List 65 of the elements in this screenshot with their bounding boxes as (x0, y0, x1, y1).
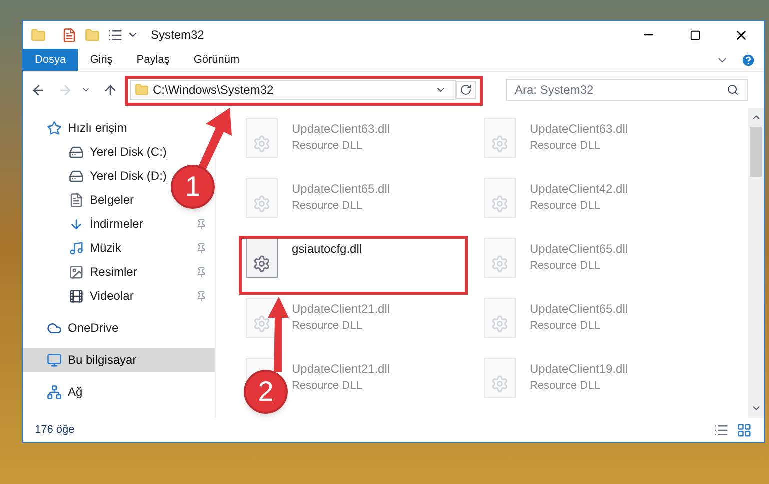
nav-item[interactable]: Belgeler (90, 191, 134, 209)
search-icon (727, 84, 739, 96)
nav-item[interactable]: Resimler (90, 263, 138, 281)
film-icon (69, 288, 84, 304)
file-type: Resource DLL (292, 199, 364, 214)
dll-file-icon (484, 238, 516, 278)
scroll-thumb[interactable] (750, 127, 762, 177)
drive-icon (69, 144, 84, 160)
network-icon (47, 384, 62, 400)
checklist-icon (62, 28, 77, 42)
drive-icon (69, 168, 84, 184)
nav-item[interactable]: Videolar (90, 287, 134, 305)
file-type: Resource DLL (530, 259, 602, 274)
folder-icon (31, 28, 46, 42)
search-field[interactable]: Ara: System32 (506, 79, 748, 101)
file-type: Resource DLL (530, 379, 602, 394)
nav-item[interactable]: Müzik (90, 239, 122, 257)
download-icon (69, 216, 84, 232)
file-type: Resource DLL (530, 319, 602, 334)
dll-file-icon (246, 118, 278, 158)
maximize-icon (690, 30, 700, 40)
music-note-icon (69, 240, 84, 256)
folder-icon (135, 83, 149, 97)
nav-item[interactable]: OneDrive (68, 319, 119, 337)
ribbon-tab[interactable]: Giriş (78, 49, 125, 71)
cloud-icon (47, 320, 62, 336)
dll-file-icon (246, 238, 278, 278)
star-icon (47, 120, 62, 136)
up-icon[interactable] (103, 82, 118, 98)
file-type: Resource DLL (292, 139, 364, 154)
item-count: 176 öğe (35, 422, 75, 438)
nav-item[interactable]: İndirmeler (90, 215, 144, 233)
folder-icon (85, 28, 100, 42)
monitor-icon (47, 352, 62, 368)
file-type: Resource DLL (530, 199, 602, 214)
ribbon-tab[interactable]: Görünüm (182, 49, 252, 71)
address-field[interactable]: C:\Windows\System32 (130, 80, 456, 100)
file-type: Resource DLL (292, 379, 364, 394)
nav-item[interactable]: Ağ (68, 383, 83, 401)
dll-file-icon (246, 178, 278, 218)
scrollbar[interactable] (748, 108, 764, 418)
picture-icon (69, 264, 84, 280)
annotation-arrow (196, 108, 234, 170)
properties-icon (108, 28, 123, 42)
nav-item[interactable]: Bu bilgisayar (68, 351, 137, 369)
refresh-icon (460, 84, 472, 96)
document-icon (69, 192, 84, 208)
nav-item[interactable]: Hızlı erişim (68, 119, 128, 137)
dll-file-icon (484, 118, 516, 158)
large-icons-view-icon[interactable] (737, 422, 752, 438)
file-type: Resource DLL (530, 139, 602, 154)
details-view-icon[interactable] (714, 422, 729, 438)
dll-file-icon (484, 178, 516, 218)
dll-file-icon (484, 298, 516, 338)
window-title: System32 (151, 27, 204, 44)
ribbon-tab[interactable]: Paylaş (124, 49, 182, 71)
refresh-button[interactable] (456, 81, 476, 99)
dll-file-icon (484, 358, 516, 398)
back-icon[interactable] (31, 82, 46, 98)
file-name[interactable]: gsiautocfg.dll (292, 240, 362, 258)
file-type: Resource DLL (292, 319, 364, 334)
nav-item[interactable]: Yerel Disk (D:) (90, 167, 167, 185)
nav-item[interactable]: Yerel Disk (C:) (90, 143, 167, 161)
help-icon[interactable] (741, 52, 756, 68)
ribbon-tab[interactable]: Dosya (23, 49, 78, 71)
